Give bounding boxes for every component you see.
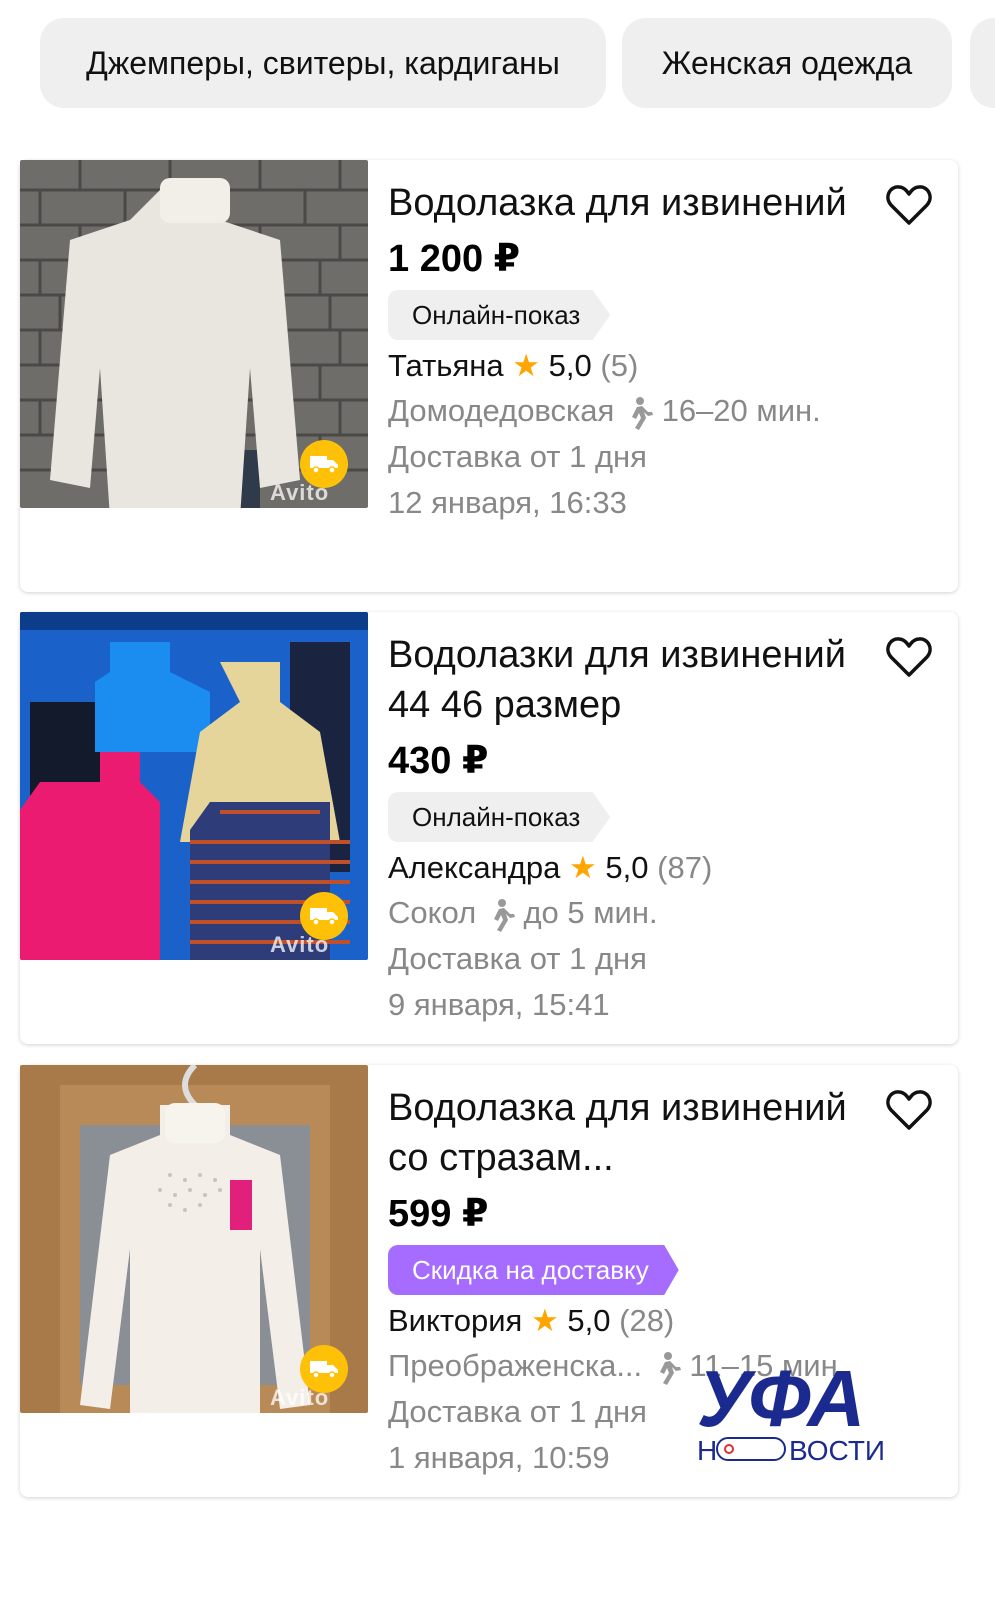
- listing-title[interactable]: Водолазка для извинений со стразам...: [388, 1083, 858, 1183]
- delivery-info: Доставка от 1 дня: [388, 439, 647, 474]
- listing-photo[interactable]: Avito: [20, 612, 368, 960]
- listing-card[interactable]: Avito Водолазки для извинений 44 46 разм…: [20, 612, 958, 1044]
- star-icon: ★: [530, 1303, 559, 1338]
- online-show-tag: Онлайн-показ: [388, 792, 611, 842]
- truck-icon: [300, 892, 348, 940]
- online-show-tag: Онлайн-показ: [388, 290, 611, 340]
- walk-time: 16–20 мин.: [661, 393, 821, 428]
- location-row: Сокол до 5 мин.: [388, 890, 938, 936]
- heart-outline-icon[interactable]: [884, 182, 934, 228]
- seller-name: Татьяна: [388, 348, 504, 383]
- logo-search-pill: [716, 1437, 786, 1461]
- walk-time: до 5 мин.: [523, 895, 658, 930]
- logo-news-left: Н: [697, 1435, 717, 1466]
- seller-row: Виктория ★ 5,0 (28): [388, 1299, 938, 1343]
- listing-date: 9 января, 15:41: [388, 987, 610, 1022]
- listing-price: 430 ₽: [388, 740, 489, 782]
- seller-name: Александра: [388, 850, 561, 885]
- seller-rating: 5,0: [567, 1303, 611, 1338]
- walking-person-icon: [631, 396, 653, 430]
- heart-outline-icon[interactable]: [884, 634, 934, 680]
- star-icon: ★: [512, 348, 541, 383]
- category-chips: Джемперы, свитеры, кардиганы Женская оде…: [40, 18, 995, 108]
- walking-person-icon: [493, 898, 515, 932]
- metro-station: Сокол: [388, 895, 477, 930]
- seller-row: Александра ★ 5,0 (87): [388, 846, 938, 890]
- seller-rating: 5,0: [605, 850, 649, 885]
- delivery-info: Доставка от 1 дня: [388, 941, 647, 976]
- listing-photo[interactable]: Avito: [20, 1065, 368, 1413]
- walking-person-icon: [659, 1351, 681, 1385]
- seller-rating: 5,0: [548, 348, 592, 383]
- metro-station: Домодедовская: [388, 393, 615, 428]
- seller-name: Виктория: [388, 1303, 523, 1338]
- listing-title[interactable]: Водолазки для извинений 44 46 размер: [388, 630, 858, 730]
- review-count: (28): [619, 1303, 675, 1338]
- listing-price: 599 ₽: [388, 1193, 489, 1235]
- seller-row: Татьяна ★ 5,0 (5): [388, 344, 938, 388]
- truck-icon: [300, 440, 348, 488]
- chip-next[interactable]: [970, 18, 995, 108]
- logo-news-right: ВОСТИ: [789, 1435, 885, 1466]
- delivery-discount-tag: Скидка на доставку: [388, 1245, 679, 1295]
- listing-info: Водолазки для извинений 44 46 размер 430…: [388, 630, 938, 1028]
- truck-icon: [300, 1345, 348, 1393]
- listing-price: 1 200 ₽: [388, 238, 521, 280]
- heart-outline-icon[interactable]: [884, 1087, 934, 1133]
- listing-title[interactable]: Водолазка для извинений: [388, 178, 858, 228]
- review-count: (5): [600, 348, 639, 383]
- listing-date: 12 января, 16:33: [388, 485, 627, 520]
- metro-station: Преображенска...: [388, 1348, 643, 1383]
- listing-card[interactable]: Avito Водолазка для извинений 1 200 ₽ Он…: [20, 160, 958, 592]
- review-count: (87): [657, 850, 713, 885]
- logo-ufa-text: УФА: [697, 1356, 865, 1443]
- chip-sweaters[interactable]: Джемперы, свитеры, кардиганы: [40, 18, 606, 108]
- star-icon: ★: [568, 850, 597, 885]
- chip-womens-clothing[interactable]: Женская одежда: [622, 18, 952, 108]
- location-row: Домодедовская 16–20 мин.: [388, 388, 938, 434]
- listing-info: Водолазка для извинений 1 200 ₽ Онлайн-п…: [388, 178, 938, 526]
- ufa-novosti-logo: УФА Н ВОСТИ: [693, 1354, 903, 1468]
- listing-photo[interactable]: Avito: [20, 160, 368, 508]
